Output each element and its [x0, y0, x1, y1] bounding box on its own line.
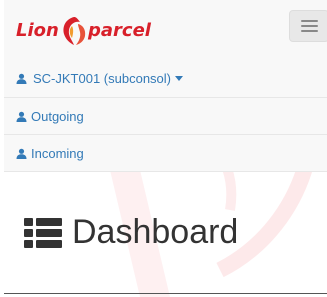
user-icon: [16, 73, 27, 84]
nav-item-incoming[interactable]: Incoming: [4, 135, 327, 172]
list-icon: [24, 218, 62, 248]
account-label: SC-JKT001 (subconsol): [33, 71, 171, 86]
nav-item-outgoing[interactable]: Outgoing: [4, 98, 327, 135]
lion-parcel-logo[interactable]: Lion parcel: [16, 14, 156, 46]
nav-item-label: Outgoing: [31, 109, 84, 124]
logo-text-parcel: parcel: [88, 20, 151, 41]
menu-toggle-button[interactable]: [289, 10, 327, 42]
hamburger-icon: [301, 20, 318, 22]
user-icon: [16, 148, 27, 159]
top-navbar: Lion parcel: [4, 0, 327, 61]
logo-text-lion: Lion: [16, 20, 59, 41]
lion-icon: [63, 17, 86, 45]
hamburger-icon-bar: [301, 25, 318, 27]
caret-down-icon: [175, 76, 183, 82]
account-dropdown[interactable]: SC-JKT001 (subconsol): [4, 60, 327, 98]
nav-item-label: Incoming: [31, 146, 84, 161]
nav-menu: SC-JKT001 (subconsol) Outgoing Incoming: [4, 60, 327, 172]
page-title-text: Dashboard: [72, 213, 239, 251]
user-icon: [16, 111, 27, 122]
divider: [4, 293, 327, 294]
hamburger-icon-bar: [301, 30, 318, 32]
